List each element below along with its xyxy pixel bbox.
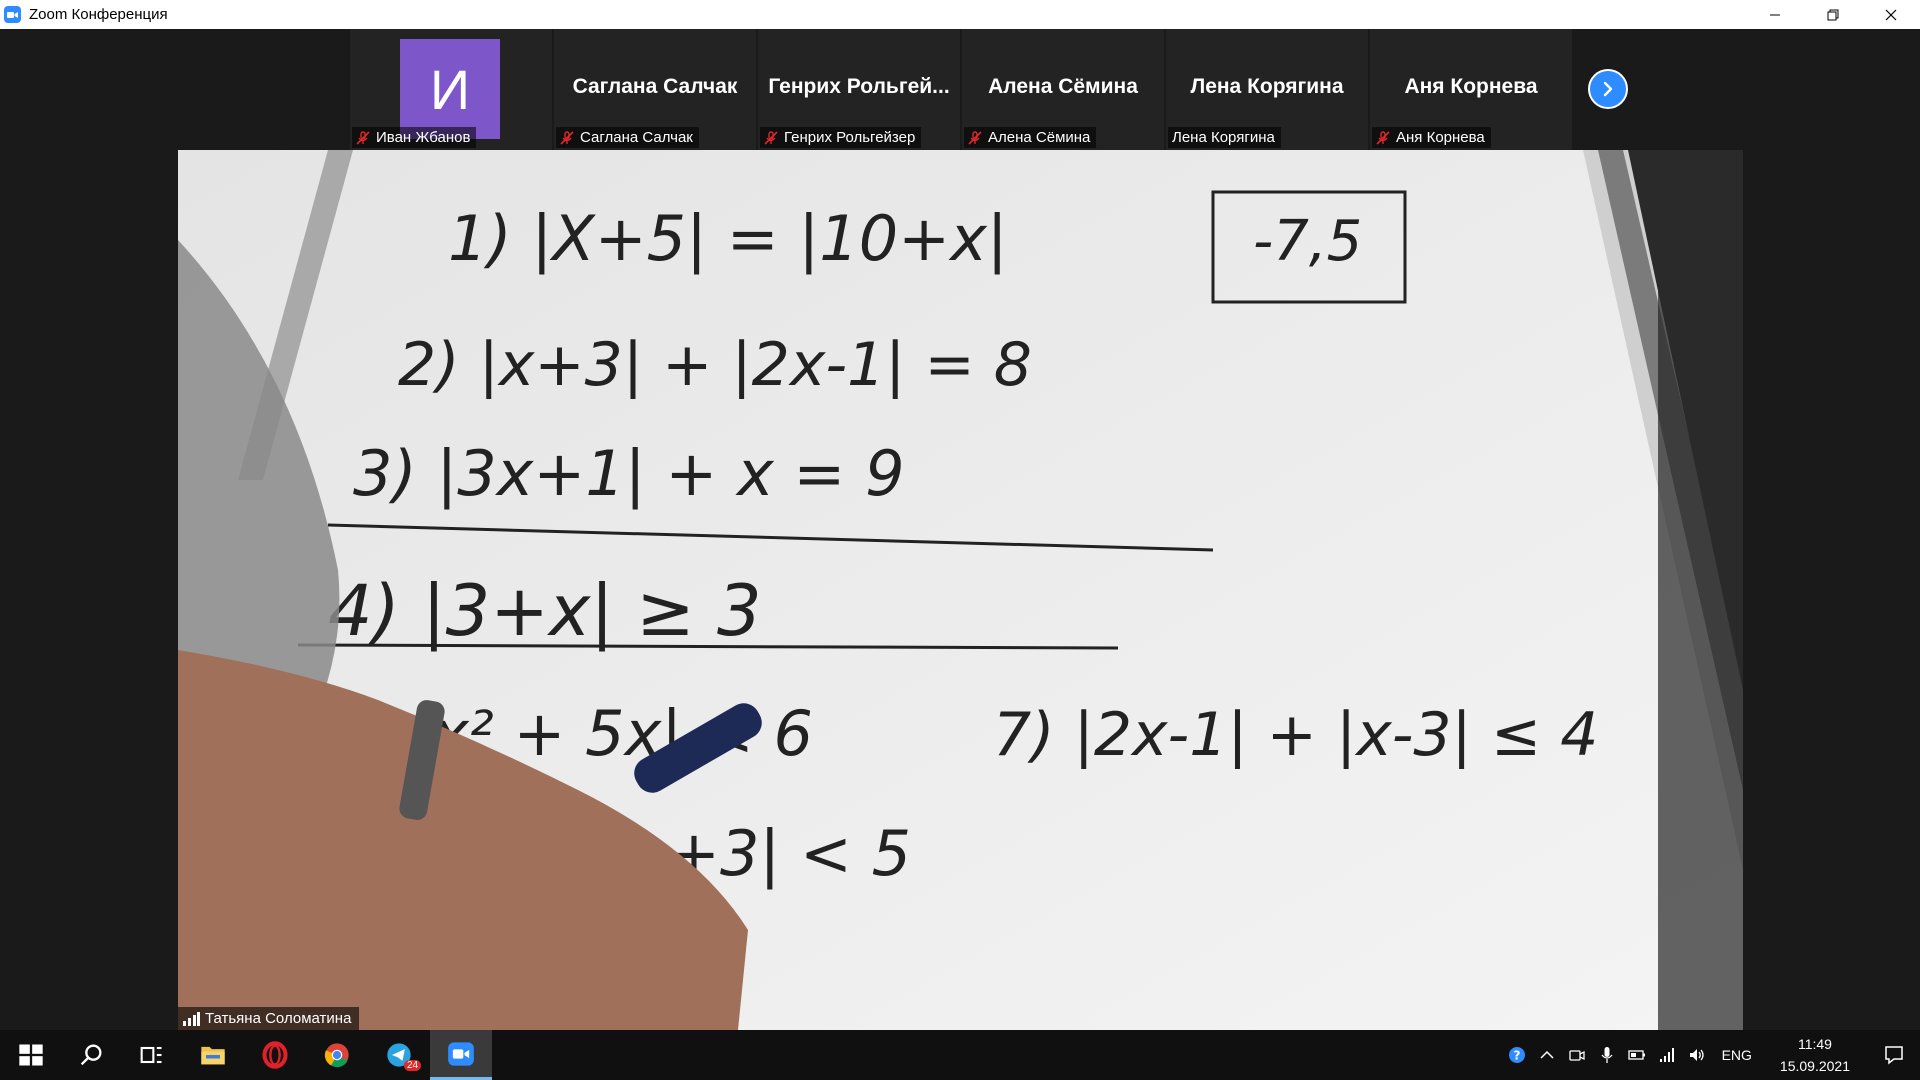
participant-name: Лена Корягина <box>1172 129 1275 146</box>
participant-name: Иван Жбанов <box>376 129 471 146</box>
taskbar-file-explorer[interactable] <box>182 1030 244 1080</box>
meeting-video-area: И Иван Жбанов Саглана Салчак Саглана Сал… <box>0 29 1920 1030</box>
participant-name: Алена Сёмина <box>988 129 1091 146</box>
participant-tile[interactable]: И Иван Жбанов <box>350 29 552 150</box>
minimize-button[interactable] <box>1746 0 1804 29</box>
microphone-icon <box>1601 1047 1613 1063</box>
volume-tray-button[interactable] <box>1682 1030 1712 1080</box>
board-answer: -7,5 <box>1253 209 1362 274</box>
participant-tile-name: Лена Корягина <box>1190 75 1344 98</box>
windows-logo-icon <box>19 1044 43 1066</box>
mic-muted-icon <box>764 130 778 145</box>
whiteboard-video-frame: 1) |X+5| = |10+x| -7,5 2) |x+3| + |2x-1|… <box>178 150 1743 1030</box>
svg-text:?: ? <box>1513 1049 1520 1063</box>
task-view-icon <box>140 1046 162 1064</box>
search-icon <box>80 1044 102 1066</box>
board-line-4: 4) |3+x| ≥ 3 <box>328 570 762 652</box>
window-title: Zoom Конференция <box>29 6 168 23</box>
participant-name-label: Лена Корягина <box>1168 127 1281 148</box>
search-button[interactable] <box>60 1030 122 1080</box>
participant-tile[interactable]: Саглана Салчак Саглана Салчак <box>554 29 756 150</box>
close-button[interactable] <box>1862 0 1920 29</box>
windows-taskbar: 24 ? ENG 11:49 15.09.2021 <box>0 1030 1920 1080</box>
active-speaker-name: Татьяна Соломатина <box>205 1010 352 1027</box>
microphone-tray-button[interactable] <box>1592 1030 1622 1080</box>
mic-muted-icon <box>1376 130 1390 145</box>
minimize-icon <box>1770 14 1780 15</box>
signal-strength-icon <box>183 1011 200 1026</box>
input-language[interactable]: ENG <box>1712 1047 1762 1063</box>
chevron-right-icon <box>1603 81 1613 97</box>
chevron-up-icon <box>1540 1050 1554 1059</box>
active-speaker-video: 1) |X+5| = |10+x| -7,5 2) |x+3| + |2x-1|… <box>178 150 1743 1030</box>
battery-icon <box>1627 1050 1645 1060</box>
clock[interactable]: 11:49 15.09.2021 <box>1762 1033 1868 1077</box>
zoom-icon <box>448 1041 474 1066</box>
speaker-icon <box>1689 1049 1704 1061</box>
chrome-icon <box>324 1043 349 1068</box>
participant-name: Аня Корнева <box>1396 129 1485 146</box>
unread-badge: 24 <box>404 1060 422 1071</box>
clock-time: 11:49 <box>1797 1036 1832 1052</box>
restore-icon <box>1827 9 1839 20</box>
title-bar: Zoom Конференция <box>0 0 1920 29</box>
active-speaker-label: Татьяна Соломатина <box>178 1007 360 1030</box>
participant-tile[interactable]: Генрих Рольгей... Генрих Рольгейзер <box>758 29 960 150</box>
next-page-button[interactable] <box>1588 69 1628 109</box>
board-line-1: 1) |X+5| = |10+x| <box>448 202 1008 276</box>
restore-button[interactable] <box>1804 0 1862 29</box>
battery-tray-button[interactable] <box>1622 1030 1652 1080</box>
show-hidden-icons-button[interactable] <box>1532 1030 1562 1080</box>
notification-icon <box>1885 1046 1903 1065</box>
taskbar-telegram[interactable]: 24 <box>368 1030 430 1080</box>
mic-muted-icon <box>356 130 370 145</box>
participant-name: Генрих Рольгейзер <box>784 129 916 146</box>
help-icon: ? <box>1508 1047 1525 1063</box>
opera-icon <box>262 1041 288 1069</box>
task-view-button[interactable] <box>120 1030 182 1080</box>
window-controls <box>1746 0 1920 29</box>
participant-name: Саглана Салчак <box>580 129 693 146</box>
start-button[interactable] <box>0 1030 62 1080</box>
participant-name-label: Аня Корнева <box>1372 127 1491 148</box>
participant-name-label: Иван Жбанов <box>352 127 477 148</box>
signal-icon <box>1659 1048 1674 1062</box>
close-icon <box>1885 9 1897 20</box>
participant-tile-name: Саглана Салчак <box>572 75 738 98</box>
participant-tile-name: Алена Сёмина <box>988 75 1138 98</box>
network-tray-button[interactable] <box>1652 1030 1682 1080</box>
clock-date: 15.09.2021 <box>1779 1058 1850 1074</box>
board-line-7: 7) |2x-1| + |x-3| ≤ 4 <box>993 700 1598 770</box>
participant-name-label: Генрих Рольгейзер <box>760 127 922 148</box>
board-line-2: 2) |x+3| + |2x-1| = 8 <box>398 330 1032 400</box>
system-tray: ? ENG 11:49 15.09.2021 <box>1502 1030 1920 1080</box>
meet-now-tray-button[interactable] <box>1562 1030 1592 1080</box>
participant-name-label: Алена Сёмина <box>964 127 1097 148</box>
camera-icon <box>1568 1050 1585 1061</box>
participant-tile-name: Аня Корнева <box>1404 75 1538 98</box>
participant-tile[interactable]: Алена Сёмина Алена Сёмина <box>962 29 1164 150</box>
help-tray-button[interactable]: ? <box>1502 1030 1532 1080</box>
taskbar-zoom[interactable] <box>430 1030 492 1080</box>
participant-tile[interactable]: Лена Корягина Лена Корягина <box>1166 29 1368 150</box>
board-line-3: 3) |3x+1| + x = 9 <box>353 437 905 511</box>
participant-strip: И Иван Жбанов Саглана Салчак Саглана Сал… <box>350 29 1574 150</box>
participant-name-label: Саглана Салчак <box>556 127 699 148</box>
taskbar-opera[interactable] <box>244 1030 306 1080</box>
zoom-app-icon <box>4 6 21 23</box>
taskbar-chrome[interactable] <box>306 1030 368 1080</box>
participant-tile-name: Генрих Рольгей... <box>768 75 950 98</box>
avatar: И <box>400 39 500 139</box>
participant-tile[interactable]: Аня Корнева Аня Корнева <box>1370 29 1572 150</box>
action-center-button[interactable] <box>1868 1030 1920 1080</box>
mic-muted-icon <box>968 130 982 145</box>
mic-muted-icon <box>560 130 574 145</box>
folder-icon <box>201 1046 225 1065</box>
